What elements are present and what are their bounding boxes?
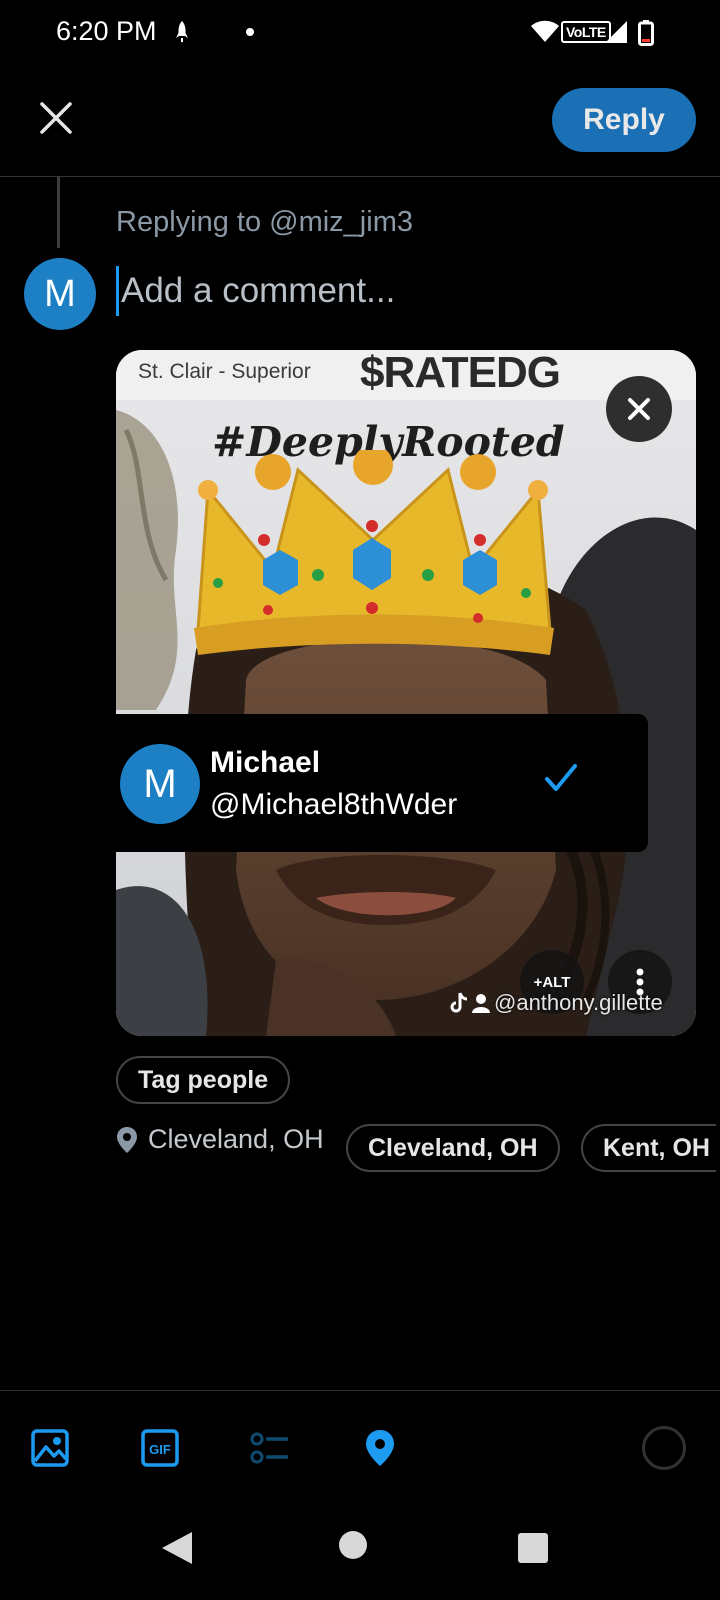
location-suggestion[interactable]: Kent, OH [581, 1124, 716, 1172]
tiktok-icon [450, 992, 468, 1013]
suggestion-name: Michael [210, 746, 321, 779]
suggestion-handle: @Michael8thWder [210, 788, 458, 821]
close-icon[interactable] [36, 98, 76, 138]
toolbar-divider [0, 1390, 720, 1391]
photo-watermark: @anthony.gillette [450, 990, 663, 1016]
location-icon[interactable] [360, 1428, 400, 1468]
photo-headline-text: $RATEDG [360, 350, 561, 397]
crown-image [194, 450, 554, 655]
signal-icon [605, 21, 627, 43]
current-location-label: Cleveland, OH [148, 1124, 324, 1154]
attached-photo[interactable]: St. Clair - Superior $RATEDG #DeeplyRoot… [116, 350, 696, 1036]
status-bar: 6:20 PM VoLTE [0, 0, 720, 66]
tag-suggestion-popup[interactable]: M Michael @Michael8thWder [116, 714, 648, 852]
image-icon[interactable] [30, 1428, 70, 1468]
person-icon [472, 994, 490, 1013]
wifi-icon [531, 20, 559, 42]
header-divider [0, 176, 720, 177]
recents-nav-icon[interactable] [518, 1533, 548, 1563]
close-icon [628, 398, 650, 420]
character-count-ring [642, 1426, 686, 1470]
location-suggestion[interactable]: Cleveland, OH [346, 1124, 560, 1172]
thread-line [57, 176, 60, 248]
notification-dot [246, 28, 254, 36]
gif-icon[interactable]: GIF [140, 1428, 180, 1468]
remove-media-button[interactable] [606, 376, 672, 442]
current-location[interactable]: Cleveland, OH [116, 1124, 324, 1155]
reply-button[interactable]: Reply [552, 88, 696, 152]
watermark-handle: @anthony.gillette [494, 990, 663, 1015]
comment-input[interactable] [116, 266, 676, 316]
suggestion-avatar: M [120, 744, 200, 824]
replying-to-label[interactable]: Replying to @miz_jim3 [116, 206, 413, 239]
battery-icon [638, 20, 654, 46]
home-nav-icon[interactable] [338, 1530, 368, 1560]
checkmark-icon [545, 764, 577, 791]
status-time: 6:20 PM [56, 16, 157, 46]
back-nav-icon[interactable] [160, 1530, 194, 1566]
poll-icon[interactable] [250, 1428, 290, 1468]
photo-location-text: St. Clair - Superior [138, 360, 311, 383]
tag-people-button[interactable]: Tag people [116, 1056, 291, 1104]
svg-text:GIF: GIF [149, 1442, 171, 1457]
location-pin-icon [117, 1126, 137, 1153]
rocket-icon [176, 21, 188, 42]
avatar: M [24, 258, 96, 330]
